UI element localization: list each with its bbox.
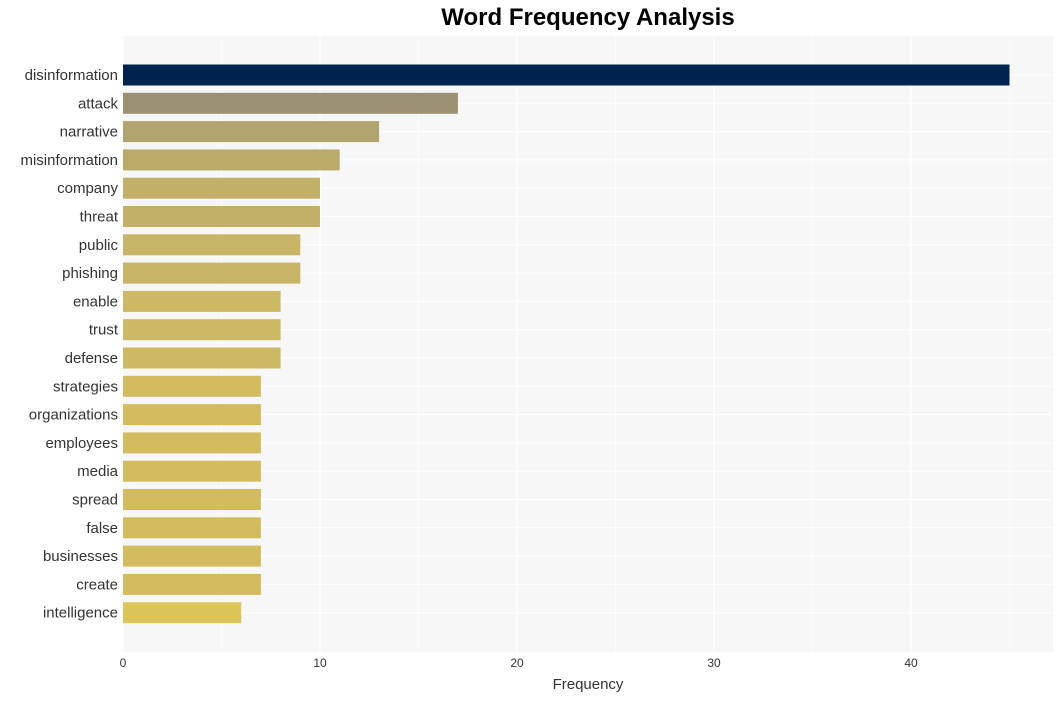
bar-phishing: [123, 262, 301, 284]
x-tick-30: 30: [707, 656, 721, 670]
y-label-defense: defense: [65, 350, 118, 367]
y-tick-labels: disinformation attack narrative misinformat…: [20, 67, 118, 622]
bar-organizations: [123, 404, 261, 426]
y-label-strategies: strategies: [53, 378, 118, 395]
y-label-public: public: [79, 237, 119, 254]
bar-create: [123, 573, 261, 595]
bar-disinformation: [123, 64, 1010, 86]
bar-company: [123, 177, 320, 199]
y-label-enable: enable: [73, 293, 118, 310]
x-tick-labels: 0 10 20 30 40: [120, 656, 918, 670]
y-label-misinformation: misinformation: [20, 152, 118, 169]
x-axis-label: Frequency: [553, 676, 624, 693]
x-tick-0: 0: [120, 656, 127, 670]
bar-enable: [123, 290, 281, 312]
bar-strategies: [123, 375, 261, 397]
y-label-attack: attack: [78, 95, 119, 112]
y-label-employees: employees: [45, 435, 118, 452]
y-label-trust: trust: [89, 322, 119, 339]
y-label-spread: spread: [72, 492, 118, 509]
bar-defense: [123, 347, 281, 369]
bar-intelligence: [123, 602, 242, 624]
bar-trust: [123, 319, 281, 341]
x-tick-40: 40: [904, 656, 918, 670]
bar-public: [123, 234, 301, 256]
bar-misinformation: [123, 149, 340, 171]
y-label-disinformation: disinformation: [25, 67, 118, 84]
bar-employees: [123, 432, 261, 454]
y-label-company: company: [57, 180, 118, 197]
bar-media: [123, 460, 261, 482]
y-label-organizations: organizations: [29, 407, 118, 424]
bar-threat: [123, 206, 320, 227]
y-label-create: create: [76, 576, 118, 593]
bar-spread: [123, 489, 261, 510]
x-tick-20: 20: [510, 656, 524, 670]
y-label-intelligence: intelligence: [43, 605, 118, 622]
y-label-media: media: [77, 463, 119, 480]
bar-false: [123, 517, 261, 539]
bar-businesses: [123, 545, 261, 567]
y-label-phishing: phishing: [62, 265, 118, 282]
x-tick-10: 10: [313, 656, 327, 670]
bar-narrative: [123, 121, 380, 143]
y-label-businesses: businesses: [43, 548, 118, 565]
y-label-threat: threat: [80, 209, 119, 226]
bar-chart: disinformation attack narrative misinformat…: [20, 36, 1053, 693]
bar-attack: [123, 92, 458, 114]
y-label-narrative: narrative: [60, 124, 118, 141]
y-label-false: false: [86, 520, 118, 537]
